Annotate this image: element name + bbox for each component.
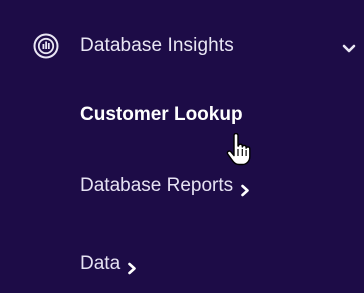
- nav-item-label: Database Reports: [80, 175, 234, 196]
- section-database-insights[interactable]: Database Insights: [0, 22, 364, 66]
- hand-pointer-icon: [225, 132, 253, 167]
- chevron-right-icon: [127, 259, 137, 275]
- nav-item-database-reports[interactable]: Database Reports: [80, 174, 250, 198]
- nav-item-customer-lookup[interactable]: Customer Lookup: [80, 103, 243, 127]
- chevron-down-icon[interactable]: [342, 41, 356, 53]
- section-label: Database Insights: [80, 35, 234, 56]
- nav-item-label: Data: [80, 253, 121, 274]
- nav-item-data[interactable]: Data: [80, 252, 137, 276]
- database-chart-icon: [33, 33, 59, 59]
- nav-item-label: Customer Lookup: [80, 104, 243, 125]
- chevron-right-icon: [240, 181, 250, 197]
- sidebar-nav: Database Insights Customer Lookup Databa…: [0, 0, 364, 293]
